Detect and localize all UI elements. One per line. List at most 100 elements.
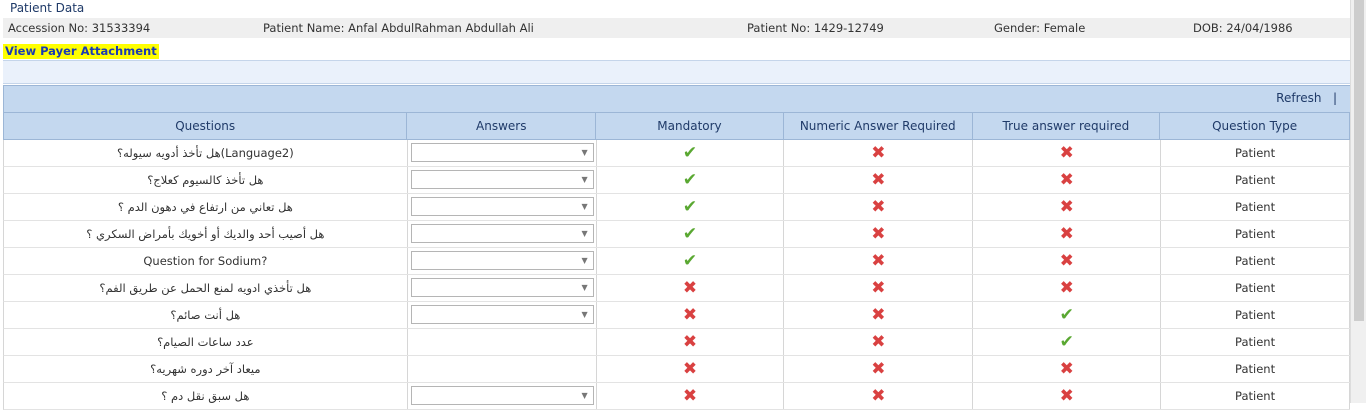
check-icon: ✔	[682, 143, 698, 163]
chevron-down-icon[interactable]: ▼	[582, 279, 588, 297]
chevron-down-icon[interactable]: ▼	[582, 144, 588, 162]
chevron-down-icon[interactable]: ▼	[582, 225, 588, 243]
answer-dropdown[interactable]: ▼	[410, 197, 594, 216]
patient-gender: Gender: Female	[994, 21, 1086, 35]
cross-icon: ✖	[871, 251, 886, 271]
check-icon: ✔	[682, 224, 698, 244]
table-row: هل تأخذ كالسيوم كعلاج؟ ▼ ✔ ✖ ✖ Patient	[3, 167, 1350, 194]
mandatory-cell: ✔	[597, 140, 785, 166]
question-type-cell: Patient	[1161, 140, 1350, 166]
chevron-down-icon[interactable]: ▼	[582, 252, 588, 270]
numeric-answer-cell: ✖	[784, 356, 974, 382]
question-cell: Question for Sodium?	[4, 248, 408, 274]
cross-icon: ✖	[871, 224, 886, 244]
table-row: هل أنت صائم؟ ▼ ✖ ✖ ✔ Patient	[3, 302, 1350, 329]
column-header-question-type[interactable]: Question Type	[1160, 113, 1349, 139]
column-header-numeric-answer-required[interactable]: Numeric Answer Required	[784, 113, 973, 139]
refresh-area: Refresh |	[1276, 91, 1337, 105]
cross-icon: ✖	[682, 332, 698, 352]
chevron-down-icon[interactable]: ▼	[582, 171, 588, 189]
question-type-cell: Patient	[1161, 167, 1350, 193]
cross-icon: ✖	[871, 359, 886, 379]
question-type-cell: Patient	[1161, 329, 1350, 355]
accession-number: Accession No: 31533394	[8, 21, 151, 35]
column-header-questions[interactable]: Questions	[4, 113, 408, 139]
refresh-button[interactable]: Refresh	[1276, 91, 1321, 105]
true-answer-cell: ✖	[973, 383, 1162, 409]
patient-dob: DOB: 24/04/1986	[1193, 21, 1293, 35]
grid-toolbar: Refresh |	[3, 85, 1352, 112]
chevron-down-icon[interactable]: ▼	[582, 387, 588, 405]
answer-cell: ▼	[408, 140, 597, 166]
cross-icon: ✖	[682, 278, 698, 298]
chevron-down-icon[interactable]: ▼	[582, 306, 588, 324]
cross-icon: ✖	[871, 305, 886, 325]
true-answer-cell: ✖	[973, 275, 1162, 301]
table-row: ميعاد آخر دوره شهريه؟ ✖ ✖ ✖ Patient	[3, 356, 1350, 383]
column-header-mandatory[interactable]: Mandatory	[596, 113, 784, 139]
cross-icon: ✖	[871, 332, 886, 352]
true-answer-cell: ✖	[973, 248, 1162, 274]
mandatory-cell: ✔	[597, 221, 785, 247]
cross-icon: ✖	[1059, 143, 1074, 163]
cross-icon: ✖	[871, 197, 886, 217]
question-cell: هل تأخذ أدويه سيوله؟(Language2)	[4, 140, 408, 166]
question-type-cell: Patient	[1161, 383, 1350, 409]
true-answer-cell: ✖	[973, 356, 1162, 382]
column-header-true-answer-required[interactable]: True answer required	[973, 113, 1161, 139]
cross-icon: ✖	[1059, 386, 1074, 406]
patient-name: Patient Name: Anfal AbdulRahman Abdullah…	[263, 21, 534, 35]
question-type-cell: Patient	[1161, 356, 1350, 382]
answer-dropdown[interactable]: ▼	[410, 143, 594, 162]
mandatory-cell: ✔	[597, 248, 785, 274]
check-icon: ✔	[682, 170, 698, 190]
numeric-answer-cell: ✖	[784, 248, 974, 274]
numeric-answer-cell: ✖	[784, 194, 974, 220]
cross-icon: ✖	[1059, 224, 1074, 244]
cross-icon: ✖	[682, 359, 698, 379]
numeric-answer-cell: ✖	[784, 140, 974, 166]
answer-dropdown[interactable]: ▼	[410, 251, 594, 270]
answer-cell: ▼	[408, 221, 597, 247]
cross-icon: ✖	[1059, 197, 1074, 217]
answer-cell: ▼	[408, 275, 597, 301]
mandatory-cell: ✖	[597, 383, 785, 409]
vertical-scrollbar[interactable]	[1350, 0, 1366, 403]
check-icon: ✔	[682, 251, 698, 271]
answer-dropdown[interactable]: ▼	[410, 386, 594, 405]
true-answer-cell: ✖	[973, 167, 1162, 193]
chevron-down-icon[interactable]: ▼	[582, 198, 588, 216]
check-icon: ✔	[682, 197, 698, 217]
check-icon: ✔	[1059, 332, 1074, 352]
answer-dropdown[interactable]: ▼	[410, 278, 594, 297]
table-row: هل تعاني من ارتفاع في دهون الدم ؟ ▼ ✔ ✖ ✖ Pat…	[3, 194, 1350, 221]
answer-dropdown[interactable]: ▼	[410, 170, 594, 189]
table-row: هل تأخذ أدويه سيوله؟(Language2) ▼ ✔ ✖ ✖ Patie…	[3, 140, 1350, 167]
mandatory-cell: ✖	[597, 302, 785, 328]
view-payer-attachment-link[interactable]: View Payer Attachment	[3, 44, 159, 59]
cross-icon: ✖	[871, 170, 886, 190]
question-cell: هل تعاني من ارتفاع في دهون الدم ؟	[4, 194, 408, 220]
mandatory-cell: ✔	[597, 167, 785, 193]
table-row: هل أصيب أحد والديك أو أخويك بأمراض السكر…	[3, 221, 1350, 248]
answer-dropdown[interactable]: ▼	[410, 224, 594, 243]
mandatory-cell: ✖	[597, 329, 785, 355]
question-type-cell: Patient	[1161, 275, 1350, 301]
answer-cell: ▼	[408, 248, 597, 274]
scrollbar-thumb[interactable]	[1354, 0, 1364, 321]
answer-dropdown[interactable]: ▼	[410, 305, 594, 324]
answer-cell	[408, 356, 597, 382]
column-header-answers[interactable]: Answers	[407, 113, 597, 139]
true-answer-cell: ✔	[973, 329, 1162, 355]
answer-cell	[408, 329, 597, 355]
table-row: عدد ساعات الصيام؟ ✖ ✖ ✔ Patient	[3, 329, 1350, 356]
check-icon: ✔	[1059, 305, 1074, 325]
numeric-answer-cell: ✖	[784, 167, 974, 193]
mandatory-cell: ✖	[597, 275, 785, 301]
question-type-cell: Patient	[1161, 248, 1350, 274]
question-cell: هل تأخذي ادويه لمنع الحمل عن طريق الفم؟	[4, 275, 408, 301]
mandatory-cell: ✔	[597, 194, 785, 220]
cross-icon: ✖	[871, 278, 886, 298]
question-cell: هل تأخذ كالسيوم كعلاج؟	[4, 167, 408, 193]
numeric-answer-cell: ✖	[784, 302, 974, 328]
